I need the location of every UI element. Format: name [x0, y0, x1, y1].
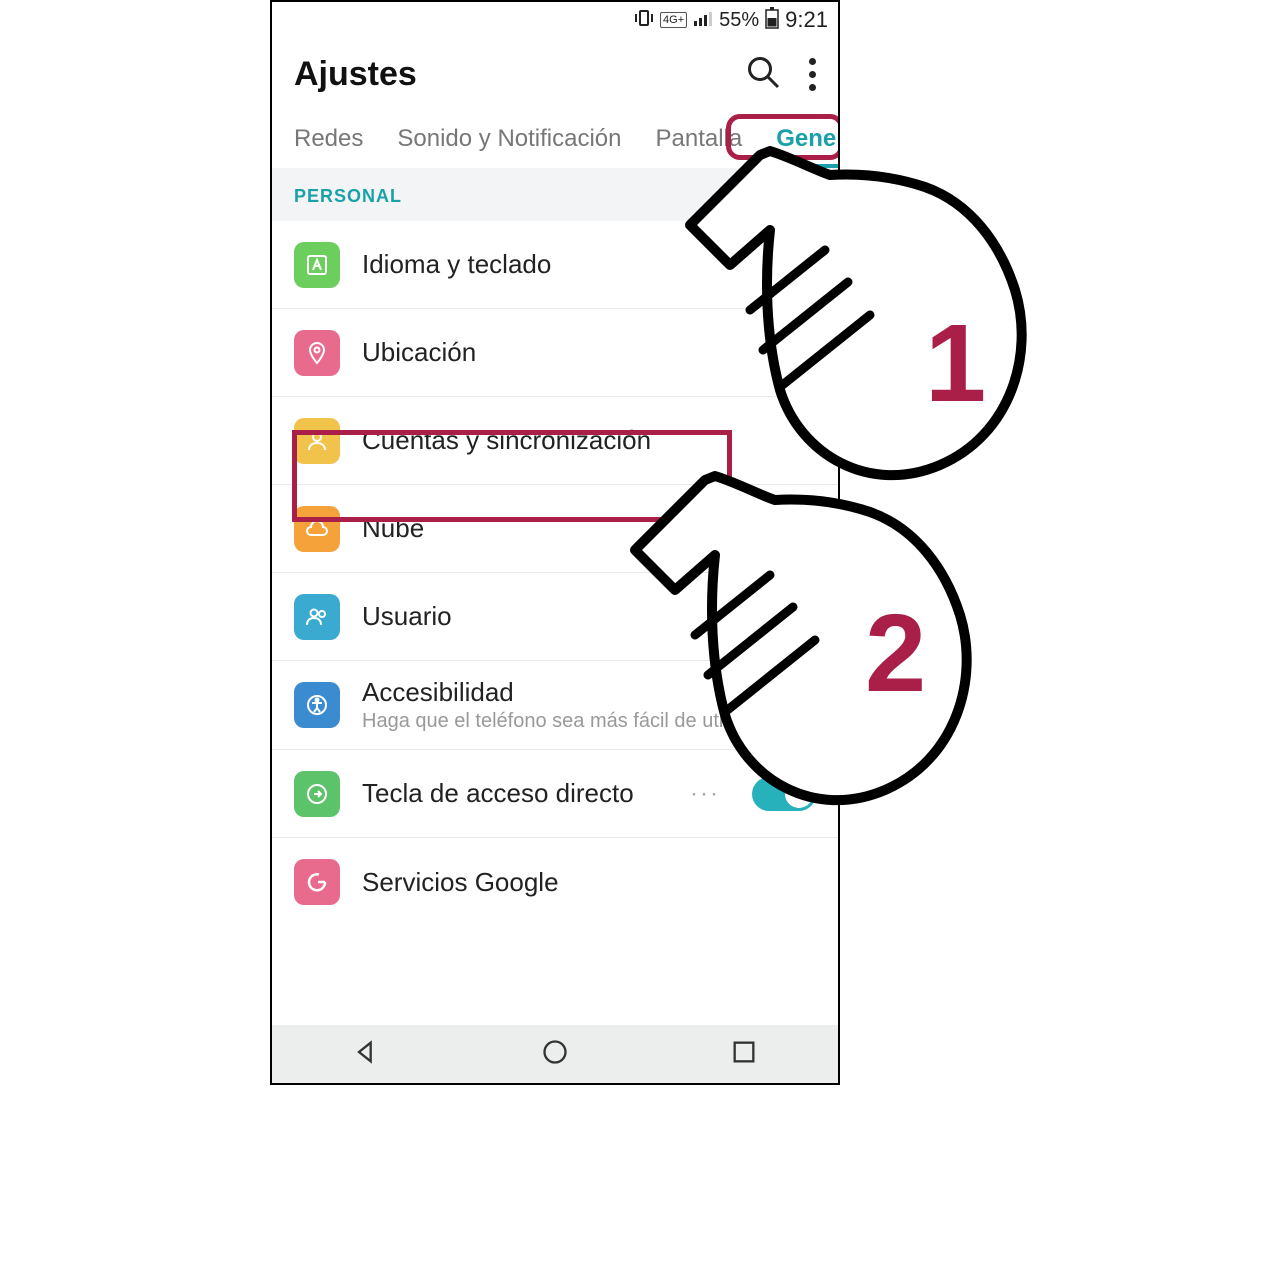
nav-recent-icon[interactable]: [730, 1038, 758, 1071]
page-title: Ajustes: [294, 55, 745, 94]
search-icon[interactable]: [745, 54, 781, 95]
more-icon[interactable]: [809, 58, 816, 91]
phone-frame: 4G+ 55% 9:21 Ajustes Redes Sonido y Noti…: [270, 0, 840, 1085]
nav-home-icon[interactable]: [541, 1038, 569, 1071]
row-label: Ubicación: [362, 337, 816, 368]
tab-general[interactable]: General: [776, 110, 840, 168]
vibrate-icon: [634, 9, 654, 32]
network-4g-icon: 4G+: [660, 12, 687, 28]
row-label: Tecla de acceso directo: [362, 778, 668, 809]
section-header-personal: PERSONAL: [272, 168, 838, 221]
row-location[interactable]: Ubicación: [272, 309, 838, 397]
battery-text: 55%: [719, 9, 759, 32]
row-more-dots: ···: [690, 780, 720, 808]
font-icon: [294, 242, 340, 288]
row-label: Cuentas y sincronización: [362, 425, 816, 456]
tab-sound[interactable]: Sonido y Notificación: [397, 110, 621, 168]
users-icon: [294, 594, 340, 640]
annotation-label-1: 1: [925, 300, 986, 427]
row-shortcut[interactable]: Tecla de acceso directo ···: [272, 750, 838, 838]
row-sublabel: Haga que el teléfono sea más fácil de ut…: [362, 710, 816, 733]
user-sync-icon: [294, 418, 340, 464]
shortcut-icon: [294, 771, 340, 817]
tab-networks[interactable]: Redes: [294, 110, 363, 168]
tab-display[interactable]: Pantalla: [656, 110, 743, 168]
shortcut-toggle[interactable]: [752, 777, 816, 811]
row-accounts[interactable]: Cuentas y sincronización: [272, 397, 838, 485]
row-label: Nube: [362, 513, 816, 544]
row-label: Servicios Google: [362, 867, 816, 898]
accessibility-icon: [294, 682, 340, 728]
nav-bar: [272, 1025, 838, 1083]
tabs: Redes Sonido y Notificación Pantalla Gen…: [272, 110, 838, 168]
clock-text: 9:21: [785, 7, 828, 33]
row-label: Usuario: [362, 601, 816, 632]
row-google[interactable]: Servicios Google: [272, 838, 838, 926]
battery-icon: [765, 7, 779, 34]
row-label: Idioma y teclado: [362, 249, 816, 280]
signal-icon: [693, 9, 713, 32]
status-bar: 4G+ 55% 9:21: [272, 2, 838, 38]
row-label: Accesibilidad: [362, 677, 816, 708]
settings-list: Idioma y teclado Ubicación Cuentas y sin…: [272, 221, 838, 926]
cloud-icon: [294, 506, 340, 552]
row-accessibility[interactable]: Accesibilidad Haga que el teléfono sea m…: [272, 661, 838, 750]
pin-icon: [294, 330, 340, 376]
app-bar: Ajustes: [272, 38, 838, 110]
row-user[interactable]: Usuario: [272, 573, 838, 661]
annotation-label-2: 2: [865, 590, 926, 717]
row-cloud[interactable]: Nube: [272, 485, 838, 573]
google-icon: [294, 859, 340, 905]
row-language[interactable]: Idioma y teclado: [272, 221, 838, 309]
nav-back-icon[interactable]: [352, 1038, 380, 1071]
